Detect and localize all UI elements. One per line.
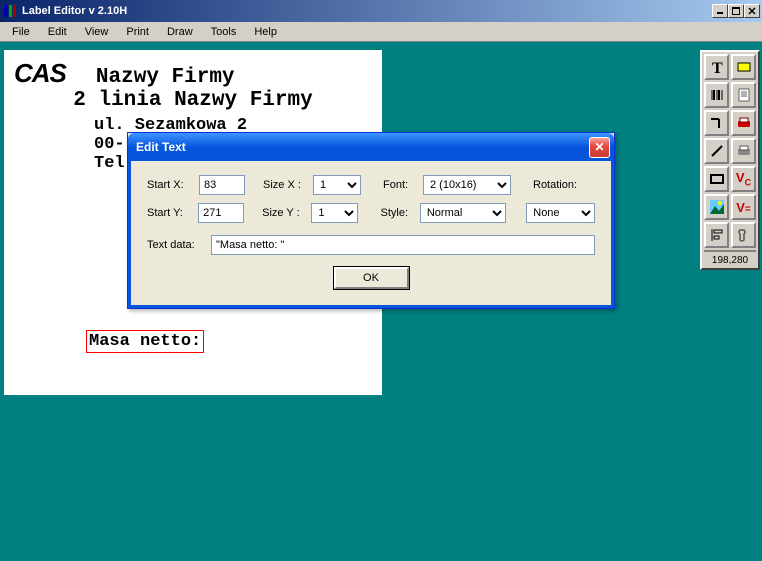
svg-text:T: T [712,60,723,75]
tool-printer[interactable] [731,138,756,164]
menu-edit[interactable]: Edit [40,24,75,40]
tool-barcode[interactable] [704,82,729,108]
menu-file[interactable]: File [4,24,38,40]
tool-align[interactable] [704,222,729,248]
input-starty[interactable] [198,203,244,223]
select-sizex[interactable]: 1 [313,175,361,195]
tool-rect[interactable] [704,166,729,192]
menu-help[interactable]: Help [246,24,285,40]
tool-line[interactable] [704,138,729,164]
label-sizex: Size X : [263,179,305,191]
label-textdata: Text data: [147,239,203,251]
selected-text-box[interactable]: Masa netto: [86,330,204,353]
label-startx: Start X: [147,179,191,191]
label-rotation: Rotation: [533,179,577,191]
cursor-position: 198,280 [704,250,756,266]
label-font: Font: [383,179,415,191]
canvas-line2: 2 linia Nazwy Firmy [14,89,372,112]
tool-vc[interactable]: VC [731,166,756,192]
select-sizey[interactable]: 1 [311,203,358,223]
label-starty: Start Y: [147,207,190,219]
input-startx[interactable] [199,175,245,195]
menubar: File Edit View Print Draw Tools Help [0,22,762,42]
select-rotation[interactable]: None [526,203,595,223]
tool-corner[interactable] [704,110,729,136]
maximize-button[interactable] [728,4,744,18]
app-title: Label Editor v 2.10H [22,5,712,17]
ok-button[interactable]: OK [334,267,409,289]
app-icon [2,3,18,19]
input-textdata[interactable] [211,235,595,255]
label-sizey: Size Y : [262,207,303,219]
dialog-title: Edit Text [136,140,589,154]
logo-text: CAS [14,58,66,89]
tool-text[interactable]: T [704,54,729,80]
canvas-line1: Nazwy Firmy [96,66,235,89]
label-style: Style: [380,207,411,219]
close-button[interactable] [744,4,760,18]
select-style[interactable]: Normal [420,203,506,223]
minimize-button[interactable] [712,4,728,18]
tool-document[interactable] [731,82,756,108]
tool-printer-red[interactable] [731,110,756,136]
menu-draw[interactable]: Draw [159,24,201,40]
tool-image[interactable] [704,194,729,220]
tool-vequals[interactable]: V= [731,194,756,220]
tool-box-yellow[interactable] [731,54,756,80]
menu-tools[interactable]: Tools [203,24,245,40]
select-font[interactable]: 2 (10x16) [423,175,511,195]
titlebar: Label Editor v 2.10H [0,0,762,22]
tool-wrench[interactable] [731,222,756,248]
edit-text-dialog: Edit Text ✕ Start X: Size X : 1 Font: 2 … [127,132,615,309]
menu-print[interactable]: Print [118,24,157,40]
dialog-close-button[interactable]: ✕ [589,137,610,158]
toolbox: T VC V= 198,280 [700,50,760,270]
workspace: CAS Nazwy Firmy 2 linia Nazwy Firmy ul. … [0,42,762,561]
dialog-titlebar[interactable]: Edit Text ✕ [128,133,614,161]
menu-view[interactable]: View [77,24,117,40]
